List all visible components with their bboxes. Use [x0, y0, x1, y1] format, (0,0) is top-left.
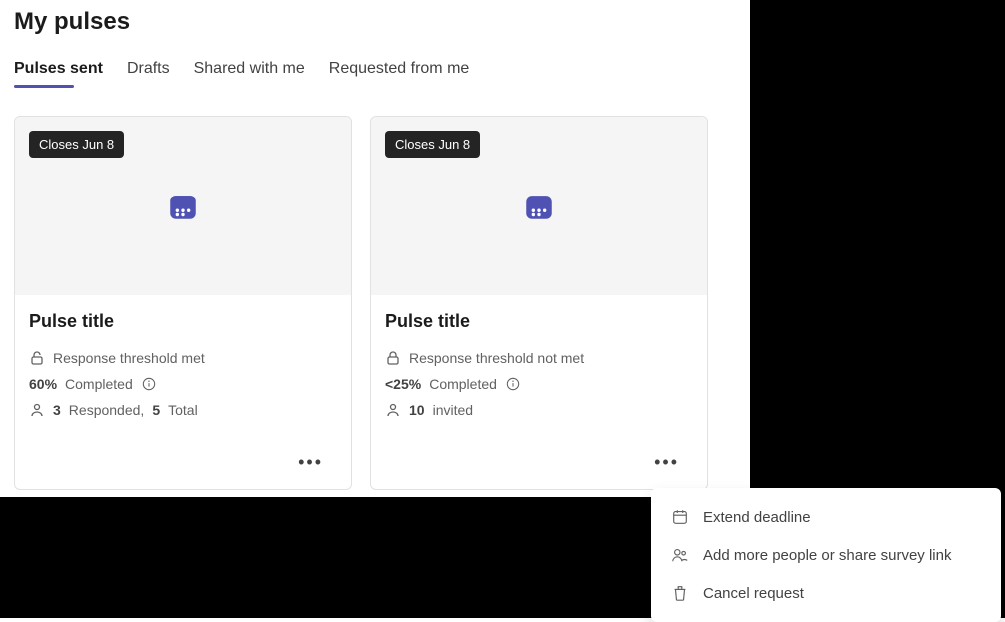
completed-label: Completed	[65, 376, 133, 392]
card-body: Pulse title Response threshold met 60% C…	[15, 295, 351, 489]
menu-item-label: Extend deadline	[703, 509, 811, 526]
menu-add-people[interactable]: Add more people or share survey link	[651, 536, 1001, 574]
person-icon	[29, 402, 45, 418]
calendar-icon	[671, 508, 689, 526]
completed-row: 60% Completed	[29, 376, 337, 392]
card-footer: •••	[385, 428, 693, 479]
responded-count: 3	[53, 402, 61, 418]
invited-label: invited	[433, 402, 473, 418]
tab-requested-from-me[interactable]: Requested from me	[329, 60, 470, 86]
card-header: Closes Jun 8	[15, 117, 351, 295]
person-icon	[385, 402, 401, 418]
card-body: Pulse title Response threshold not met <…	[371, 295, 707, 489]
menu-cancel-request[interactable]: Cancel request	[651, 574, 1001, 612]
closes-badge: Closes Jun 8	[385, 131, 480, 158]
menu-item-label: Add more people or share survey link	[703, 547, 951, 564]
context-menu: Extend deadline Add more people or share…	[651, 488, 1001, 622]
card-title: Pulse title	[385, 311, 693, 332]
menu-extend-deadline[interactable]: Extend deadline	[651, 498, 1001, 536]
completed-pct: 60%	[29, 376, 57, 392]
invited-count: 10	[409, 402, 425, 418]
completed-row: <25% Completed	[385, 376, 693, 392]
more-button[interactable]: •••	[290, 446, 331, 479]
card-header: Closes Jun 8	[371, 117, 707, 295]
pulse-calendar-icon	[522, 189, 556, 223]
info-icon[interactable]	[141, 376, 157, 392]
card-footer: •••	[29, 428, 337, 479]
responded-row: 3 Responded, 5 Total	[29, 402, 337, 418]
threshold-row: Response threshold met	[29, 350, 337, 366]
total-label: Total	[168, 402, 198, 418]
more-button[interactable]: •••	[646, 446, 687, 479]
tab-label: Drafts	[127, 60, 170, 77]
pulse-calendar-icon	[166, 189, 200, 223]
unlock-icon	[29, 350, 45, 366]
threshold-row: Response threshold not met	[385, 350, 693, 366]
tab-label: Shared with me	[194, 60, 305, 77]
tab-label: Requested from me	[329, 60, 470, 77]
tab-label: Pulses sent	[14, 60, 103, 77]
tab-pulses-sent[interactable]: Pulses sent	[14, 60, 103, 86]
responded-label: Responded,	[69, 402, 145, 418]
people-icon	[671, 546, 689, 564]
threshold-text: Response threshold met	[53, 350, 205, 366]
threshold-text: Response threshold not met	[409, 350, 584, 366]
completed-pct: <25%	[385, 376, 421, 392]
tab-shared-with-me[interactable]: Shared with me	[194, 60, 305, 86]
total-count: 5	[152, 402, 160, 418]
info-icon[interactable]	[505, 376, 521, 392]
tab-drafts[interactable]: Drafts	[127, 60, 170, 86]
completed-label: Completed	[429, 376, 497, 392]
pulse-card[interactable]: Closes Jun 8 Pulse title	[370, 116, 708, 490]
pulse-card[interactable]: Closes Jun 8 Pulse title	[14, 116, 352, 490]
trash-icon	[671, 584, 689, 602]
menu-item-label: Cancel request	[703, 585, 804, 602]
card-title: Pulse title	[29, 311, 337, 332]
invited-row: 10 invited	[385, 402, 693, 418]
closes-badge: Closes Jun 8	[29, 131, 124, 158]
lock-icon	[385, 350, 401, 366]
